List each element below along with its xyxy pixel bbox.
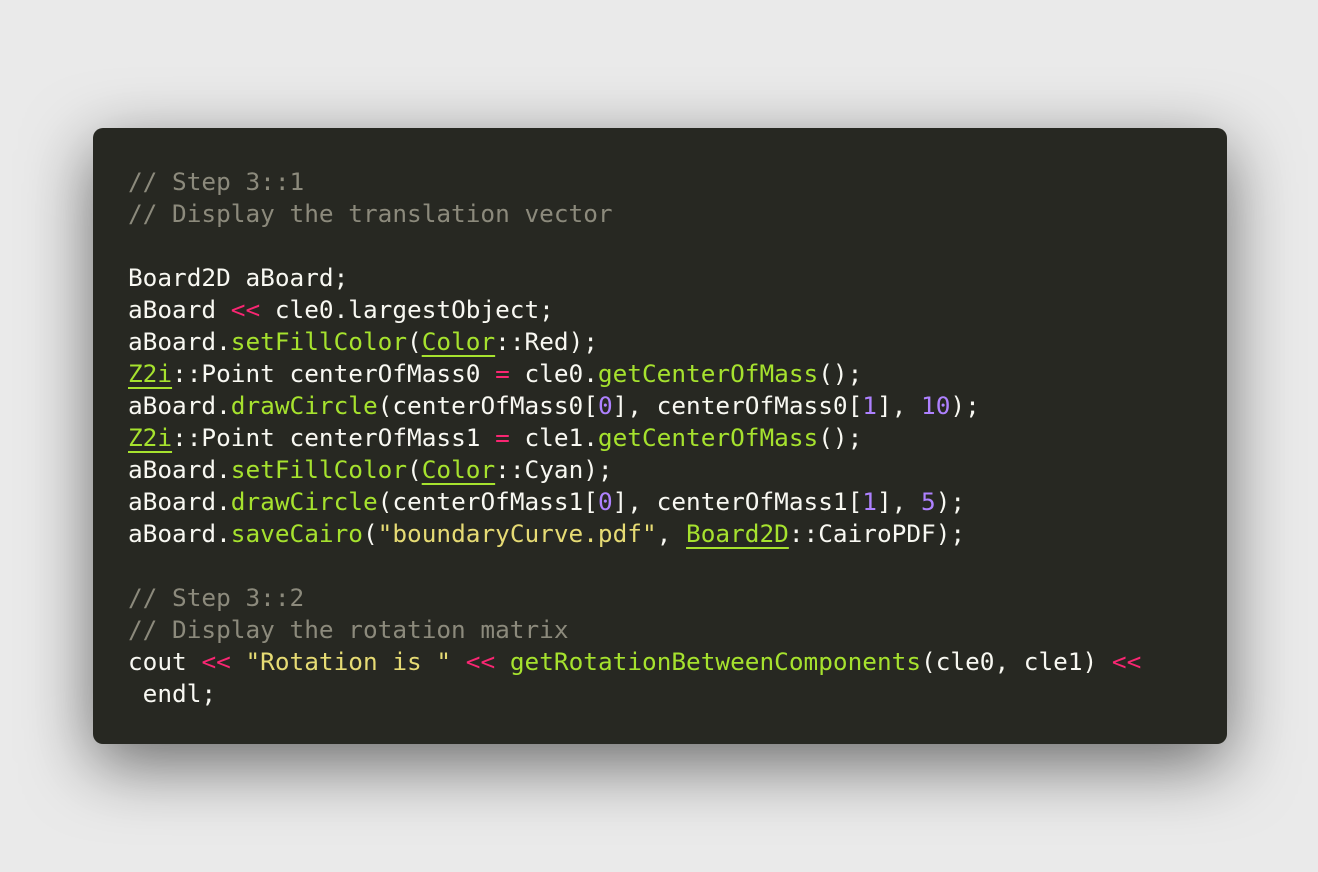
code-token: ( [407, 327, 422, 356]
code-token: ); [950, 391, 980, 420]
function-name-token: drawCircle [230, 391, 378, 420]
code-token: ], [876, 487, 922, 516]
code-token: cle1. [509, 423, 598, 452]
code-line: Z2i::Point centerOfMass0 = cle0.getCente… [128, 358, 1227, 390]
comment-token: // Step 3::2 [128, 583, 305, 612]
number-token: 0 [597, 487, 613, 516]
code-token: ::Point centerOfMass0 [172, 359, 496, 388]
code-line: cout << "Rotation is " << getRotationBet… [128, 646, 1227, 678]
type-name-token: Z2i [128, 359, 173, 388]
function-name-token: getCenterOfMass [597, 359, 819, 388]
code-token: (); [818, 423, 863, 452]
operator-token: = [495, 423, 510, 452]
code-token: , [656, 519, 687, 548]
code-line: // Step 3::2 [128, 582, 1227, 614]
code-line: aBoard.setFillColor(Color::Cyan); [128, 454, 1227, 486]
operator-token: << [230, 295, 261, 324]
code-token: (centerOfMass1[ [377, 487, 598, 516]
code-line: aBoard << cle0.largestObject; [128, 294, 1227, 326]
code-token: cout [128, 647, 202, 676]
code-snippet-card: // Step 3::1// Display the translation v… [93, 128, 1227, 744]
code-token: ], centerOfMass1[ [612, 487, 863, 516]
code-line: aBoard.drawCircle(centerOfMass0[0], cent… [128, 390, 1227, 422]
comment-token: // Display the rotation matrix [128, 615, 569, 644]
code-token: ( [407, 455, 422, 484]
operator-token: << [1111, 647, 1142, 676]
code-line: // Display the translation vector [128, 198, 1227, 230]
code-token: aBoard [128, 295, 231, 324]
string-token: "boundaryCurve.pdf" [377, 519, 657, 548]
code-line: aBoard.drawCircle(centerOfMass1[0], cent… [128, 486, 1227, 518]
code-token: (centerOfMass0[ [377, 391, 598, 420]
code-token: aBoard. [128, 519, 231, 548]
type-name-token: Color [421, 327, 496, 356]
code-line: // Step 3::1 [128, 166, 1227, 198]
code-token: ], centerOfMass0[ [612, 391, 863, 420]
operator-token: << [465, 647, 496, 676]
number-token: 10 [921, 391, 951, 420]
type-name-token: Board2D [686, 519, 789, 548]
code-token: cle0.largestObject; [260, 295, 554, 324]
comment-token: // Step 3::1 [128, 167, 305, 196]
code-token: ( [362, 519, 378, 548]
function-name-token: saveCairo [230, 519, 363, 548]
code-token: (); [818, 359, 863, 388]
code-token: (cle0, cle1) [921, 647, 1112, 676]
function-name-token: setFillColor [230, 455, 408, 484]
code-line: endl; [128, 678, 1227, 710]
type-name-token: Z2i [128, 423, 173, 452]
operator-token: << [201, 647, 231, 676]
code-line: aBoard.setFillColor(Color::Red); [128, 326, 1227, 358]
code-token: ::Red); [495, 327, 598, 356]
string-token: "Rotation is " [245, 647, 452, 676]
code-token: Board2D aBoard; [128, 263, 349, 292]
function-name-token: setFillColor [230, 327, 408, 356]
code-token: cle0. [509, 359, 598, 388]
function-name-token: getCenterOfMass [597, 423, 819, 452]
number-token: 5 [921, 487, 936, 516]
number-token: 1 [862, 487, 877, 516]
code-line: Board2D aBoard; [128, 262, 1227, 294]
code-token: aBoard. [128, 487, 231, 516]
code-line: // Display the rotation matrix [128, 614, 1227, 646]
code-token: ); [935, 487, 966, 516]
code-line: Z2i::Point centerOfMass1 = cle1.getCente… [128, 422, 1227, 454]
code-token: ::CairoPDF); [788, 519, 966, 548]
function-name-token: getRotationBetweenComponents [509, 647, 922, 676]
code-token: aBoard. [128, 391, 231, 420]
code-token: ::Cyan); [495, 455, 613, 484]
operator-token: = [495, 359, 510, 388]
code-line: aBoard.saveCairo("boundaryCurve.pdf", Bo… [128, 518, 1227, 550]
code-token: aBoard. [128, 327, 231, 356]
code-token: ::Point centerOfMass1 [172, 423, 496, 452]
code-token: aBoard. [128, 455, 231, 484]
code-token: ], [876, 391, 922, 420]
number-token: 1 [862, 391, 877, 420]
code-token: endl; [128, 679, 217, 708]
comment-token: // Display the translation vector [128, 199, 613, 228]
function-name-token: drawCircle [230, 487, 378, 516]
type-name-token: Color [421, 455, 496, 484]
number-token: 0 [597, 391, 613, 420]
code-block: // Step 3::1// Display the translation v… [128, 166, 1227, 710]
